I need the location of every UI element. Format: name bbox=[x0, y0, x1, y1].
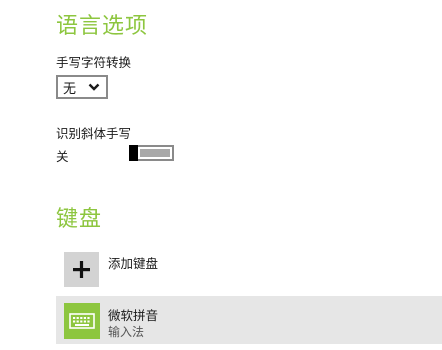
italic-recognition-toggle[interactable] bbox=[129, 145, 174, 161]
toggle-state-text: 关 bbox=[56, 149, 69, 164]
dropdown-selected-value: 无 bbox=[63, 81, 77, 97]
toggle-track-fill bbox=[140, 149, 170, 157]
handwriting-conversion-label: 手写字符转换 bbox=[56, 55, 132, 70]
keyboard-icon-box bbox=[64, 303, 100, 339]
keyboard-icon bbox=[69, 313, 95, 329]
keyboard-item-name: 微软拼音 bbox=[108, 308, 159, 323]
add-keyboard-label: 添加键盘 bbox=[108, 256, 159, 271]
handwriting-conversion-dropdown[interactable]: 无 bbox=[56, 75, 108, 99]
italic-recognition-label: 识别斜体手写 bbox=[56, 126, 132, 141]
language-options-title: 语言选项 bbox=[56, 14, 149, 39]
keyboard-item-microsoft-pinyin[interactable]: 微软拼音 输入法 bbox=[56, 296, 442, 344]
chevron-down-icon bbox=[88, 83, 100, 91]
add-keyboard-icon-box bbox=[64, 252, 99, 287]
keyboard-item-type: 输入法 bbox=[108, 325, 145, 339]
plus-icon bbox=[73, 261, 90, 278]
toggle-thumb[interactable] bbox=[129, 145, 138, 161]
keyboard-section-title: 键盘 bbox=[56, 207, 103, 232]
add-keyboard-button[interactable]: 添加键盘 bbox=[56, 244, 442, 294]
